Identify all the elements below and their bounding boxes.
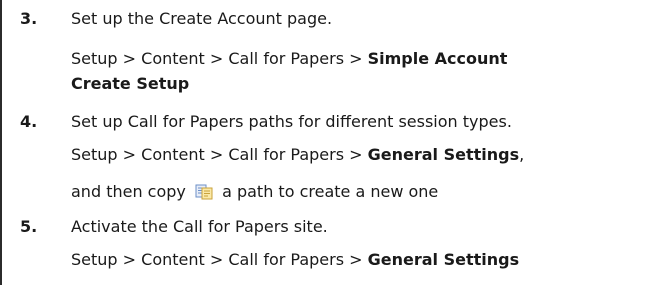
step-path: Setup > Content > Call for Papers > Gene…	[71, 145, 524, 164]
step-number: 5.	[20, 217, 38, 236]
step-copy-instruction: and then copy a path to create a new one	[71, 182, 438, 201]
path-target: General Settings	[367, 145, 520, 164]
step-number: 4.	[20, 112, 38, 131]
path-prefix: Setup > Content > Call for Papers >	[71, 145, 368, 164]
path-target: General Settings	[367, 250, 520, 269]
step-path: Setup > Content > Call for Papers > Gene…	[71, 250, 519, 269]
path-prefix: Setup > Content > Call for Papers >	[71, 250, 368, 269]
step-number: 3.	[20, 9, 38, 28]
path-suffix: ,	[519, 145, 525, 164]
path-target: Simple Account	[367, 49, 508, 68]
step-path: Setup > Content > Call for Papers > Simp…	[71, 49, 507, 68]
path-target-continued: Create Setup	[71, 74, 190, 93]
copy-icon	[195, 184, 213, 200]
step-path-continued: Create Setup	[71, 74, 189, 93]
copy-after-text: a path to create a new one	[222, 182, 439, 201]
copy-before-text: and then copy	[71, 182, 186, 201]
step-title: Set up Call for Papers paths for differe…	[71, 112, 512, 131]
step-title: Set up the Create Account page.	[71, 9, 333, 28]
document-frame	[0, 0, 649, 285]
step-title: Activate the Call for Papers site.	[71, 217, 328, 236]
path-prefix: Setup > Content > Call for Papers >	[71, 49, 368, 68]
